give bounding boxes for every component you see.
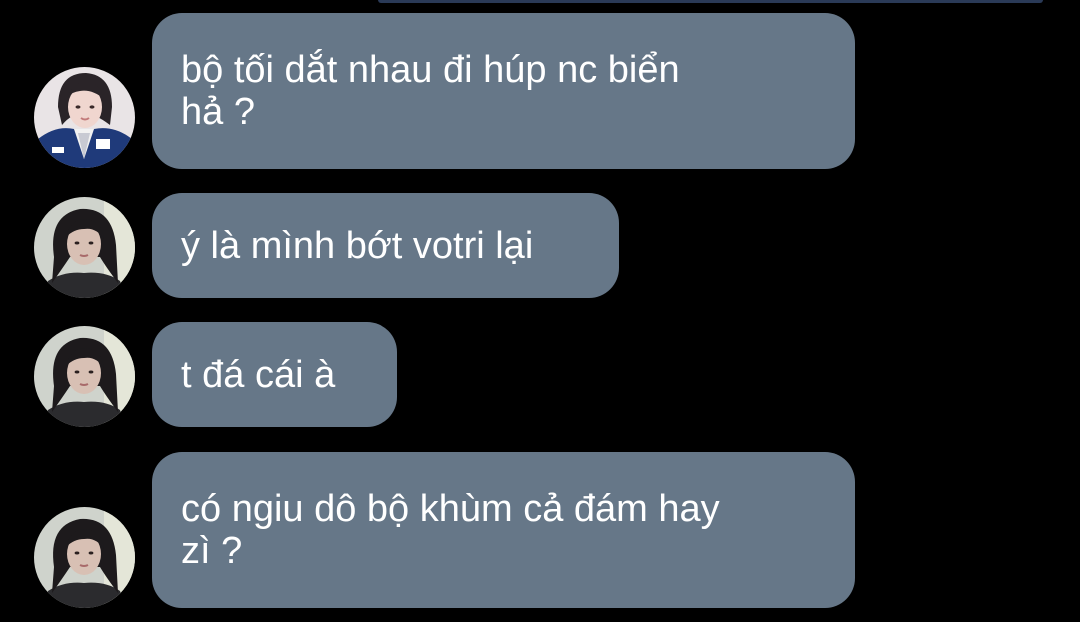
message-text-line: ý là mình bớt votri lại [181,224,534,267]
avatar-photo-dark-hair [34,507,135,608]
avatar-dark-hair[interactable] [34,197,135,298]
message-text-line: zì ? [181,530,243,572]
top-bar-edge [378,0,1043,3]
message-text-line: bộ tối dắt nhau đi húp nc biển [181,49,680,91]
avatar-dark-hair[interactable] [34,507,135,608]
message-text-line: t đá cái à [181,353,336,396]
avatar-photo-dark-hair [34,326,135,427]
message-text-line: có ngiu dô bộ khùm cả đám hay [181,488,720,530]
avatar-jacket[interactable] [34,67,135,168]
message-bubble[interactable]: ý là mình bớt votri lại [152,193,619,298]
message-bubble[interactable]: có ngiu dô bộ khùm cả đám hay zì ? [152,452,855,608]
message-bubble[interactable]: bộ tối dắt nhau đi húp nc biển hả ? [152,13,855,169]
avatar-dark-hair[interactable] [34,326,135,427]
avatar-photo-dark-hair [34,197,135,298]
message-bubble[interactable]: t đá cái à [152,322,397,427]
message-text-line: hả ? [181,91,255,133]
avatar-photo-jacket [34,67,135,168]
